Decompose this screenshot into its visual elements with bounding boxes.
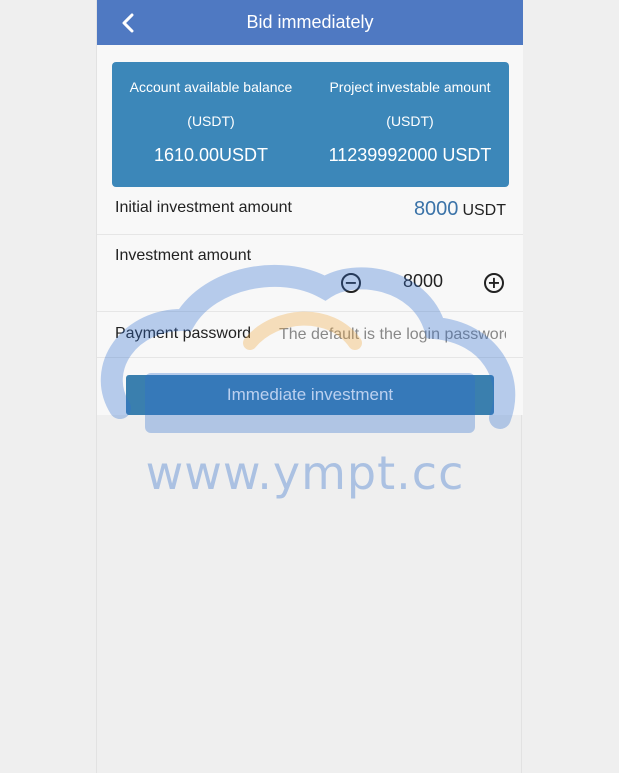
immediate-investment-button[interactable]: Immediate investment — [126, 375, 494, 415]
payment-password-label: Payment password — [115, 325, 252, 342]
available-balance-unit: (USDT) — [187, 113, 235, 129]
page-title: Bid immediately — [246, 12, 374, 32]
initial-investment-unit: USDT — [462, 202, 506, 219]
investment-amount-value[interactable]: 8000 — [373, 271, 473, 292]
increase-amount-button[interactable]: + — [484, 273, 504, 293]
top-bar: Bid immediately — [97, 0, 523, 45]
initial-investment-row: Initial investment amount 8000 USDT — [97, 187, 523, 235]
investable-amount-label: Project investable amount — [329, 79, 491, 95]
initial-investment-value: 8000 USDT — [414, 198, 506, 221]
investment-amount-row: Investment amount − 8000 + — [97, 235, 523, 312]
app-screen: Bid immediately Account available balanc… — [96, 0, 523, 773]
decrease-amount-button[interactable]: − — [341, 273, 361, 293]
available-balance-label: Account available balance — [129, 79, 293, 95]
investable-amount-unit: (USDT) — [386, 113, 434, 129]
payment-password-input[interactable] — [279, 322, 506, 348]
main-content: Account available balance (USDT) 1610.00… — [97, 45, 523, 415]
balance-summary-card: Account available balance (USDT) 1610.00… — [112, 62, 509, 187]
investment-amount-label: Investment amount — [115, 247, 252, 264]
initial-investment-label: Initial investment amount — [115, 199, 292, 216]
initial-investment-number: 8000 — [413, 198, 459, 220]
available-balance-value: 1610.00USDT — [153, 145, 269, 165]
payment-password-row: Payment password — [97, 312, 523, 358]
investable-amount-value: 11239992000 USDT — [328, 145, 492, 165]
